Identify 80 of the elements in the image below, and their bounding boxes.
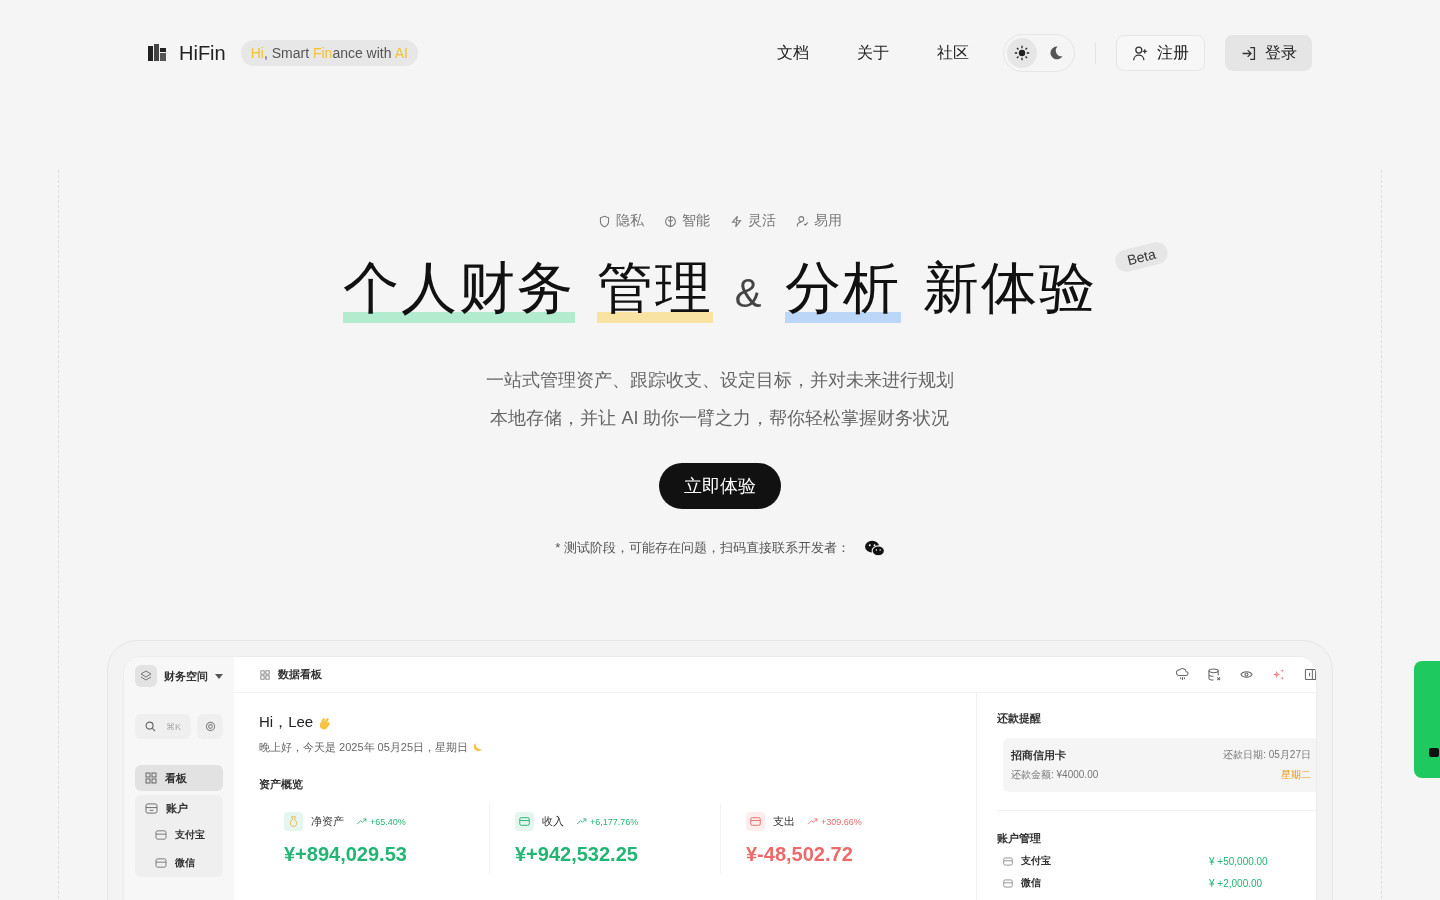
stat-value: ¥+942,532.25 [515, 843, 639, 866]
eye-icon[interactable] [1240, 668, 1253, 681]
stat-value: ¥+894,029.53 [284, 843, 408, 866]
stat-change: +65.40% [356, 816, 406, 827]
add-user-icon [1132, 44, 1149, 62]
account-name[interactable]: 支付宝 [1021, 854, 1201, 868]
feature-tag: 隐私 [598, 212, 644, 230]
panel-icon[interactable] [1304, 668, 1316, 681]
account-balance: ¥ +2,000.00 [1209, 877, 1263, 889]
brand-name: HiFin [179, 41, 226, 65]
logo-icon [147, 43, 167, 63]
sidebar-subitem[interactable]: 微信 [135, 849, 223, 877]
feature-tag: 智能 [664, 212, 710, 230]
shield-icon [598, 214, 611, 228]
database-icon[interactable] [1208, 668, 1221, 681]
account-name[interactable]: 微信 [1021, 876, 1201, 890]
light-mode-button[interactable] [1007, 38, 1037, 68]
sun-icon [1014, 45, 1030, 61]
card-icon [1003, 878, 1013, 888]
card-name: 招商信用卡 [1011, 748, 1066, 763]
stat-label: 支出 [773, 814, 795, 829]
due-weekday: 星期二 [1281, 768, 1311, 782]
due-amount: 还款金额: ¥4000.00 [1011, 768, 1099, 782]
feature-tag: 易用 [796, 212, 842, 230]
card-icon [145, 802, 158, 814]
login-button[interactable]: 登录 [1225, 35, 1312, 71]
card-icon [155, 858, 167, 868]
account-balance: ¥ +50,000.00 [1209, 855, 1268, 867]
page-title: 数据看板 [278, 667, 322, 682]
moon-icon [1048, 45, 1064, 61]
workspace-name[interactable]: 财务空间 [164, 668, 208, 684]
settings-icon [204, 721, 216, 732]
card-icon [746, 812, 765, 831]
trend-up-icon [807, 818, 818, 825]
register-button[interactable]: 注册 [1116, 35, 1205, 71]
card-icon [515, 812, 534, 831]
section-title: 资产概览 [259, 777, 304, 792]
stat-change: +6,177.76% [576, 816, 639, 827]
caret-icon[interactable] [215, 673, 223, 679]
lightning-icon [730, 214, 743, 228]
settings-button[interactable] [197, 714, 223, 739]
sidebar-item[interactable]: 账户 [135, 795, 223, 821]
nav-link[interactable]: 社区 [937, 42, 969, 64]
feature-tag: 灵活 [730, 212, 776, 230]
cloud-icon[interactable] [1176, 668, 1189, 681]
tagline-pill: Hi, Smart Finance with AI [240, 40, 418, 66]
section-title: 还款提醒 [997, 711, 1042, 726]
trend-up-icon [576, 818, 587, 825]
hero-title: 个人财务 管理 & 分析 新体验 [342, 250, 1098, 331]
grid-icon [145, 772, 157, 784]
hero-subtitle: 一站式管理资产、跟踪收支、设定目标，并对未来进行规划 [486, 369, 954, 392]
moon-icon [472, 742, 484, 753]
contact-side-tab[interactable] [1414, 661, 1440, 778]
nav-link[interactable]: 关于 [857, 42, 889, 64]
trend-up-icon [356, 818, 367, 825]
contact-note: * 测试阶段，可能存在问题，扫码直接联系开发者： [555, 539, 850, 557]
waving-hand-icon [317, 715, 332, 730]
stat-label: 净资产 [311, 814, 344, 829]
money-bag-icon [284, 812, 303, 831]
hero-subtitle: 本地存储，并让 AI 助你一臂之力，帮你轻松掌握财务状况 [490, 407, 950, 430]
login-icon [1240, 44, 1257, 62]
dashboard-icon [260, 669, 270, 680]
wechat-icon[interactable] [863, 539, 885, 557]
stat-value: ¥-48,502.72 [746, 843, 854, 866]
greeting: Hi，Lee [259, 713, 314, 732]
section-title: 账户管理 [997, 831, 1042, 846]
nav-link[interactable]: 文档 [777, 42, 809, 64]
card-icon [1003, 856, 1013, 866]
due-date: 还款日期: 05月27日 [1223, 748, 1311, 762]
user-check-icon [796, 214, 809, 228]
try-now-button[interactable]: 立即体验 [659, 463, 781, 509]
date-line: 晚上好，今天是 2025年 05月25日，星期日 [259, 740, 469, 755]
stat-change: +309.66% [807, 816, 862, 827]
sidebar-subitem[interactable]: 支付宝 [135, 821, 223, 849]
search-icon [145, 721, 156, 732]
sidebar-item[interactable]: 看板 [135, 765, 223, 791]
card-icon [155, 830, 167, 840]
shortcut-hint: ⌘K [166, 721, 181, 732]
stat-label: 收入 [542, 814, 564, 829]
workspace-icon [135, 665, 157, 687]
